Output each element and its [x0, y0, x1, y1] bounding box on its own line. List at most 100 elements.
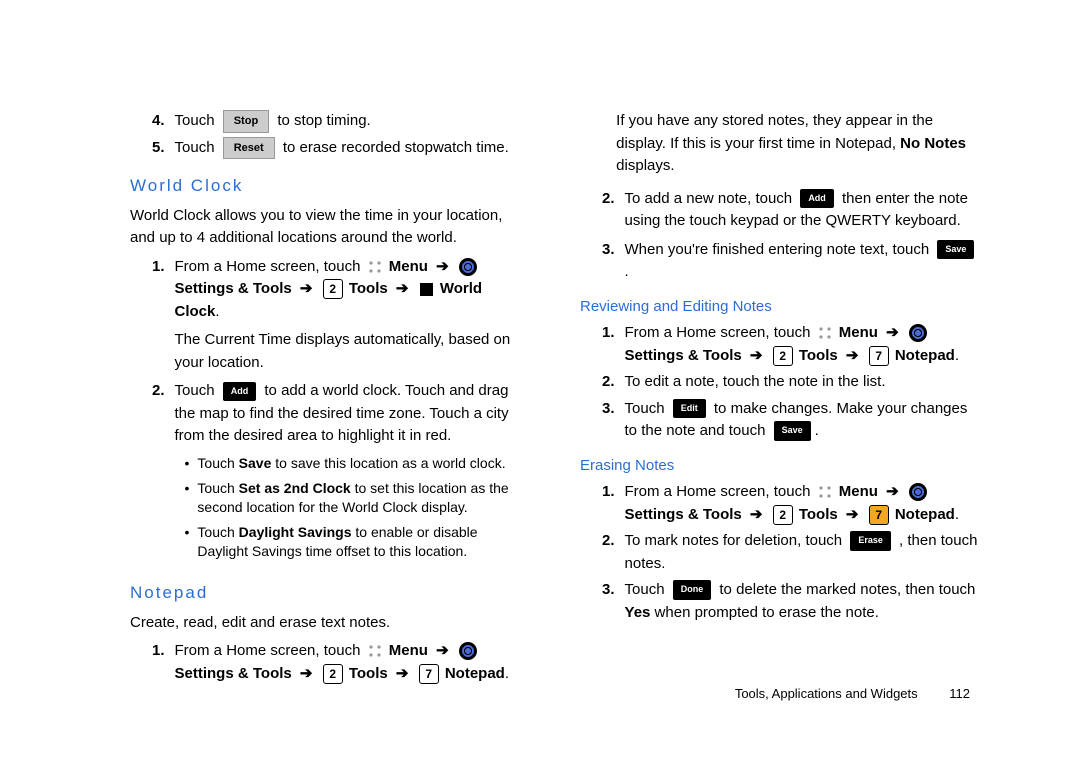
text: to stop timing. — [277, 112, 370, 129]
step-number: 3. — [602, 579, 615, 624]
daylight-savings-label: Daylight Savings — [239, 524, 352, 540]
notepad-label: Notepad — [895, 347, 955, 364]
text: when prompted to erase the note. — [650, 604, 878, 621]
list-item: 1. From a Home screen, touch Menu ➔ Sett… — [152, 640, 530, 685]
gear-icon — [459, 642, 477, 660]
arrow-icon: ➔ — [886, 483, 899, 500]
text: To edit a note, touch the note in the li… — [625, 371, 980, 394]
text: Touch — [197, 480, 238, 496]
bullet-icon: • — [185, 454, 190, 473]
no-notes-label: No Notes — [900, 135, 966, 152]
text: If you have any stored notes, they appea… — [616, 112, 933, 152]
world-clock-bullets: • Touch Save to save this location as a … — [175, 454, 530, 560]
step-number: 5. — [152, 137, 165, 160]
list-item: 3. Touch Edit to make changes. Make your… — [602, 398, 980, 443]
arrow-icon: ➔ — [846, 347, 859, 364]
list-item: 5. Touch Reset to erase recorded stopwat… — [152, 137, 530, 160]
text: Touch — [175, 112, 215, 129]
erase-button[interactable]: Erase — [850, 531, 891, 551]
page-body: 4. Touch Stop to stop timing. 5. Touch R… — [0, 0, 1080, 729]
key-7-icon: 7 — [419, 664, 439, 684]
key-7-icon: 7 — [869, 346, 889, 366]
erasing-heading: Erasing Notes — [580, 455, 980, 478]
text: From a Home screen, touch — [625, 483, 811, 500]
gear-icon — [909, 483, 927, 501]
text: From a Home screen, touch — [625, 324, 811, 341]
step-number: 2. — [602, 371, 615, 394]
step-number: 2. — [602, 188, 615, 233]
tools-label: Tools — [349, 665, 388, 682]
menu-grid-icon — [817, 484, 833, 500]
list-item: • Touch Daylight Savings to enable or di… — [185, 523, 530, 561]
menu-grid-icon — [817, 325, 833, 341]
list-item: 2. To add a new note, touch Add then ent… — [602, 188, 980, 233]
text: to save this location as a world clock. — [271, 455, 505, 471]
text: Touch — [197, 524, 238, 540]
arrow-icon: ➔ — [300, 280, 313, 297]
add-button[interactable]: Add — [800, 189, 834, 209]
world-clock-intro: World Clock allows you to view the time … — [130, 205, 530, 250]
list-item: 3. When you're finished entering note te… — [602, 239, 980, 284]
text: . — [625, 263, 629, 280]
settings-tools-label: Settings & Tools — [625, 506, 742, 523]
gear-icon — [459, 258, 477, 276]
menu-grid-icon — [367, 643, 383, 659]
menu-label: Menu — [839, 483, 878, 500]
world-clock-steps: 1. From a Home screen, touch Menu ➔ Sett… — [130, 256, 530, 566]
text: Touch — [175, 139, 215, 156]
save-button[interactable]: Save — [937, 240, 974, 260]
arrow-icon: ➔ — [750, 506, 763, 523]
notepad-intro: Create, read, edit and erase text notes. — [130, 612, 530, 635]
left-column: 4. Touch Stop to stop timing. 5. Touch R… — [130, 110, 530, 689]
tools-label: Tools — [349, 280, 388, 297]
step-number: 3. — [602, 239, 615, 284]
step-number: 1. — [602, 481, 615, 526]
save-button[interactable]: Save — [774, 421, 811, 441]
footer-section: Tools, Applications and Widgets — [735, 686, 918, 701]
list-item: 2. Touch Add to add a world clock. Touch… — [152, 380, 530, 566]
key-2-icon: 2 — [773, 346, 793, 366]
reviewing-steps: 1. From a Home screen, touch Menu ➔ Sett… — [580, 322, 980, 443]
step-number: 1. — [152, 640, 165, 685]
arrow-icon: ➔ — [300, 665, 313, 682]
list-item: If you have any stored notes, they appea… — [602, 110, 980, 178]
list-item: 2. To mark notes for deletion, touch Era… — [602, 530, 980, 575]
notepad-steps-right: If you have any stored notes, they appea… — [580, 110, 980, 284]
list-item: 2. To edit a note, touch the note in the… — [602, 371, 980, 394]
text: The Current Time displays automatically,… — [175, 329, 530, 374]
text: to delete the marked notes, then touch — [719, 581, 975, 598]
add-button[interactable]: Add — [223, 382, 257, 402]
gear-icon — [909, 324, 927, 342]
notepad-label: Notepad — [445, 665, 505, 682]
text: From a Home screen, touch — [175, 258, 361, 275]
key-7-orange-icon: 7 — [869, 505, 889, 525]
settings-tools-label: Settings & Tools — [625, 347, 742, 364]
text: displays. — [616, 157, 674, 174]
key-2-icon: 2 — [323, 279, 343, 299]
done-button[interactable]: Done — [673, 580, 712, 600]
save-label: Save — [239, 455, 272, 471]
text: to erase recorded stopwatch time. — [283, 139, 509, 156]
text: From a Home screen, touch — [175, 642, 361, 659]
stop-button[interactable]: Stop — [223, 110, 269, 133]
bullet-icon: • — [185, 523, 190, 561]
stopwatch-steps: 4. Touch Stop to stop timing. 5. Touch R… — [130, 110, 530, 159]
list-item: 4. Touch Stop to stop timing. — [152, 110, 530, 133]
reset-button[interactable]: Reset — [223, 137, 275, 160]
world-clock-heading: World Clock — [130, 173, 530, 199]
step-number: 4. — [152, 110, 165, 133]
yes-label: Yes — [625, 604, 651, 621]
menu-grid-icon — [367, 259, 383, 275]
edit-button[interactable]: Edit — [673, 399, 706, 419]
key-2-icon: 2 — [323, 664, 343, 684]
menu-label: Menu — [839, 324, 878, 341]
arrow-icon: ➔ — [436, 258, 449, 275]
bullet-icon: • — [185, 479, 190, 517]
arrow-icon: ➔ — [396, 665, 409, 682]
text: To mark notes for deletion, touch — [625, 532, 843, 549]
list-item: 1. From a Home screen, touch Menu ➔ Sett… — [152, 256, 530, 375]
erasing-steps: 1. From a Home screen, touch Menu ➔ Sett… — [580, 481, 980, 624]
arrow-icon: ➔ — [396, 280, 409, 297]
step-number: 1. — [602, 322, 615, 367]
arrow-icon: ➔ — [846, 506, 859, 523]
